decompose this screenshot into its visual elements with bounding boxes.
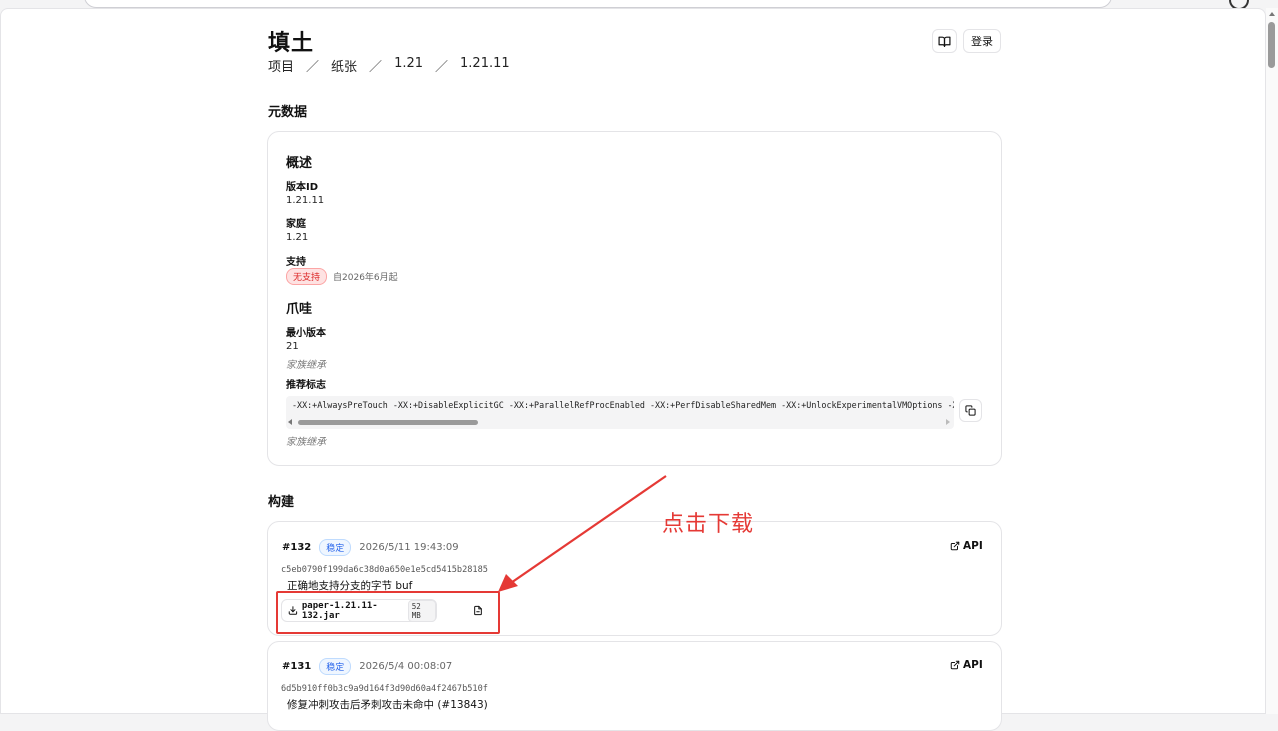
- scrollbar-thumb[interactable]: [1268, 22, 1275, 68]
- min-version-value: 21: [286, 341, 299, 352]
- build-number: #132: [282, 542, 312, 553]
- flags-note: 家族继承: [286, 437, 326, 448]
- vertical-scrollbar[interactable]: [1266, 8, 1278, 714]
- support-row: 无支持 自2026年6月起: [286, 268, 398, 285]
- scroll-left-icon[interactable]: [288, 419, 292, 425]
- build-date: 2026/5/4 00:08:07: [359, 661, 453, 672]
- page-title: 填土: [268, 31, 315, 56]
- overview-heading: 概述: [286, 156, 313, 171]
- flags-codeblock[interactable]: -XX:+AlwaysPreTouch -XX:+DisableExplicit…: [286, 396, 954, 429]
- scroll-up-icon[interactable]: [1269, 12, 1275, 16]
- commit-hash[interactable]: c5eb0790f199da6c38d0a650e1e5cd5415b28185: [281, 565, 488, 575]
- docs-button[interactable]: [932, 29, 957, 53]
- build-api-link[interactable]: API: [950, 540, 983, 552]
- api-label: API: [963, 659, 983, 671]
- support-label: 支持: [286, 257, 306, 268]
- commit-hash[interactable]: 6d5b910ff0b3c9a9d164f3d90d60a4f2467b510f: [281, 684, 488, 694]
- download-highlight-box: [276, 591, 500, 634]
- breadcrumb-item-version[interactable]: 1.21.11: [460, 56, 510, 75]
- java-heading: 爪哇: [286, 302, 313, 317]
- login-button[interactable]: 登录: [963, 29, 1001, 53]
- commit-message: 修复冲刺攻击后矛刺攻击未命中 (#13843): [287, 699, 488, 711]
- build-number: #131: [282, 661, 312, 672]
- channel-badge: 稳定: [319, 539, 352, 556]
- copy-icon: [965, 405, 976, 416]
- build-header: #131 稳定 2026/5/4 00:08:07: [282, 658, 452, 675]
- family-value: 1.21: [286, 232, 309, 243]
- api-label: API: [963, 540, 983, 552]
- horizontal-scrollbar-thumb[interactable]: [298, 420, 478, 425]
- annotation-arrow: [498, 475, 667, 592]
- flags-label: 推荐标志: [286, 380, 326, 391]
- build-api-link[interactable]: API: [950, 659, 983, 671]
- flags-text: -XX:+AlwaysPreTouch -XX:+DisableExplicit…: [292, 400, 954, 410]
- breadcrumb-separator: ／: [369, 60, 383, 75]
- breadcrumb: 项目 ／ 纸张 ／ 1.21 ／ 1.21.11: [268, 56, 510, 75]
- metadata-section-title: 元数据: [268, 105, 308, 120]
- breadcrumb-separator: ／: [435, 60, 449, 75]
- build-date: 2026/5/11 19:43:09: [359, 542, 459, 553]
- version-id-label: 版本ID: [286, 182, 319, 193]
- breadcrumb-separator: ／: [306, 60, 320, 75]
- min-version-label: 最小版本: [286, 328, 326, 339]
- external-link-icon: [950, 660, 960, 670]
- version-id-value: 1.21.11: [286, 195, 325, 206]
- scroll-right-icon[interactable]: [946, 419, 950, 425]
- breadcrumb-item-paper[interactable]: 纸张: [331, 56, 357, 75]
- external-link-icon: [950, 541, 960, 551]
- min-version-note: 家族继承: [286, 360, 326, 371]
- breadcrumb-item-projects[interactable]: 项目: [268, 56, 294, 75]
- address-bar[interactable]: [84, 0, 1112, 8]
- copy-flags-button[interactable]: [959, 399, 982, 422]
- builds-section-title: 构建: [268, 495, 295, 510]
- build-header: #132 稳定 2026/5/11 19:43:09: [282, 539, 459, 556]
- family-label: 家庭: [286, 219, 306, 230]
- book-icon: [938, 36, 951, 47]
- support-note: 自2026年6月起: [333, 273, 398, 283]
- status-badge: 无支持: [286, 268, 328, 285]
- channel-badge: 稳定: [319, 658, 352, 675]
- breadcrumb-item-family[interactable]: 1.21: [394, 56, 423, 75]
